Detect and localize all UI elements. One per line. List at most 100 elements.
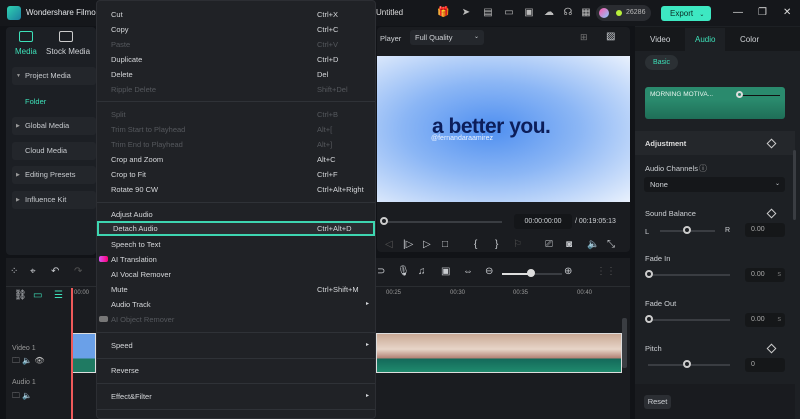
tab-color[interactable]: Color (740, 35, 759, 44)
volume-icon[interactable]: 🔈 (587, 239, 599, 250)
menu-item-cut[interactable]: Cut Ctrl+X (97, 7, 375, 22)
menu-item-delete[interactable]: Delete Del (97, 67, 375, 82)
menu-item-reverse[interactable]: Reverse (97, 363, 375, 378)
menu-item-ai-translation[interactable]: AI Translation (97, 252, 375, 267)
basic-tab[interactable]: Basic (645, 55, 678, 70)
fade-out-input[interactable]: 0.00 s (745, 313, 785, 327)
menu-item-speed[interactable]: Speed ▸ (97, 338, 375, 353)
menu-item-effect-filter[interactable]: Effect&Filter ▸ (97, 389, 375, 404)
mask-icon[interactable]: ⊃ (377, 266, 385, 277)
sidebar-item-folder[interactable]: Folder (25, 97, 46, 106)
sidebar-item-editing-presets[interactable]: ▶ Editing Presets (12, 166, 96, 184)
tab-stock-media[interactable]: Stock Media (46, 47, 90, 56)
clip-icon[interactable]: ▣ (441, 266, 450, 277)
save-icon[interactable]: ▣ (523, 7, 535, 19)
restore-icon[interactable]: ❐ (758, 7, 767, 18)
zoom-knob[interactable] (527, 269, 535, 277)
sidebar-item-cloud-media[interactable]: Cloud Media (12, 142, 96, 160)
stop-icon[interactable]: □ (442, 239, 448, 250)
monitor-icon[interactable]: ▭ (503, 7, 515, 19)
pitch-knob[interactable] (683, 360, 691, 368)
cloud-upload-icon[interactable]: ☁ (543, 7, 555, 19)
sidebar-item-global-media[interactable]: ▶ Global Media (12, 117, 96, 135)
video-clip[interactable] (376, 333, 622, 373)
microphone-icon[interactable]: 🎙 (397, 266, 410, 277)
notes-icon[interactable]: ▤ (482, 7, 494, 19)
menu-separator (97, 358, 375, 359)
minimize-icon[interactable]: — (733, 7, 743, 18)
menu-item-rotate[interactable]: Rotate 90 CW Ctrl+Alt+Right (97, 182, 375, 197)
menu-item-copy[interactable]: Copy Ctrl+C (97, 22, 375, 37)
mark-out-icon[interactable]: } (495, 239, 498, 250)
undo-icon[interactable]: ↶ (51, 266, 59, 277)
menu-item-audio-track[interactable]: Audio Track ▸ (97, 297, 375, 312)
shortcut: Ctrl+Alt+D (317, 224, 352, 233)
panel-scrollbar[interactable] (793, 150, 796, 220)
menu-item-crop-and-zoom[interactable]: Crop and Zoom Alt+C (97, 152, 375, 167)
balance-knob[interactable] (683, 226, 691, 234)
send-icon[interactable]: ➤ (460, 7, 472, 19)
video-clip-start[interactable] (72, 333, 96, 373)
tab-audio[interactable]: Audio (695, 35, 715, 44)
sidebar-item-project-media[interactable]: ▼ Project Media (12, 67, 96, 85)
zoom-in-icon[interactable]: ⊕ (564, 266, 572, 277)
grid-icon[interactable]: ⊞ (580, 32, 588, 43)
avatar[interactable] (599, 8, 609, 18)
menu-item-speech-to-text[interactable]: Speech to Text (97, 237, 375, 252)
playhead[interactable] (71, 288, 73, 419)
reset-button[interactable]: Reset (644, 395, 671, 409)
pitch-input[interactable]: 0 (745, 358, 785, 372)
camera-icon[interactable]: ◙ (566, 239, 572, 250)
track-controls[interactable]: 🗀 🔈 (12, 390, 32, 404)
step-play-icon[interactable]: |▷ (403, 239, 413, 250)
layout-icon[interactable]: ⁘ (10, 266, 18, 277)
playback-progress[interactable] (384, 221, 502, 223)
timeline-scrollbar[interactable] (622, 318, 627, 368)
play-icon[interactable]: ▷ (423, 239, 431, 250)
menu-item-mute[interactable]: Mute Ctrl+Shift+M (97, 282, 375, 297)
fade-in-slider[interactable] (648, 274, 730, 276)
fullscreen-icon[interactable]: ⤡ (607, 239, 615, 250)
menu-separator (97, 383, 375, 384)
display-icon[interactable]: ⎚ (545, 239, 553, 250)
track-icon[interactable]: ☰ (54, 290, 63, 301)
tab-media[interactable]: Media (15, 47, 37, 56)
support-icon[interactable]: ☊ (562, 7, 574, 19)
label: Influence Kit (25, 195, 67, 204)
marker-icon[interactable]: ⚐ (513, 239, 522, 250)
gift-icon[interactable]: 🎁 (437, 7, 449, 19)
playhead-knob[interactable] (380, 217, 388, 225)
balance-input[interactable]: 0.00 (745, 223, 785, 237)
menu-item-duplicate[interactable]: Duplicate Ctrl+D (97, 52, 375, 67)
zoom-out-icon[interactable]: ⊖ (485, 266, 493, 277)
menu-item-crop-to-fit[interactable]: Crop to Fit Ctrl+F (97, 167, 375, 182)
music-list-icon[interactable]: ♫ (418, 266, 426, 277)
fade-out-slider[interactable] (648, 319, 730, 321)
export-button[interactable]: Export ⌄ (661, 6, 711, 21)
redo-icon[interactable]: ↷ (74, 266, 82, 277)
audio-channels-select[interactable]: None ⌄ (644, 177, 785, 192)
fade-in-knob[interactable] (645, 270, 653, 278)
select-tool-icon[interactable]: ⌖ (30, 266, 36, 277)
fit-icon[interactable]: ⇔ (463, 266, 473, 277)
grid-density-icon[interactable]: ⋮⋮ (596, 266, 616, 277)
snapshot-view-icon[interactable]: ▨ (606, 31, 615, 42)
quality-select[interactable]: Full Quality ⌄ (410, 30, 484, 45)
close-icon[interactable]: ✕ (783, 7, 791, 18)
help-icon[interactable]: ⓘ (699, 163, 707, 174)
mark-in-icon[interactable]: { (474, 239, 477, 250)
tab-video[interactable]: Video (650, 35, 670, 44)
menu-item-detach-audio[interactable]: Detach Audio Ctrl+Alt+D (97, 221, 375, 236)
clip-volume-knob[interactable] (736, 91, 743, 98)
fade-out-knob[interactable] (645, 315, 653, 323)
unlink-icon[interactable]: ⛓ (14, 290, 27, 301)
menu-item-adjust-audio[interactable]: Adjust Audio (97, 207, 375, 222)
menu-item-ai-vocal-remover[interactable]: AI Vocal Remover (97, 267, 375, 282)
track-controls[interactable]: 🗀 🔈 👁 (12, 355, 45, 369)
sound-balance-label: Sound Balance (645, 209, 696, 218)
apps-icon[interactable]: ▦ (580, 7, 592, 19)
link-icon[interactable]: ▭ (33, 290, 42, 301)
prev-frame-icon[interactable]: ◁ (385, 239, 393, 250)
fade-in-input[interactable]: 0.00 s (745, 268, 785, 282)
sidebar-item-influence-kit[interactable]: ▶ Influence Kit (12, 191, 96, 209)
